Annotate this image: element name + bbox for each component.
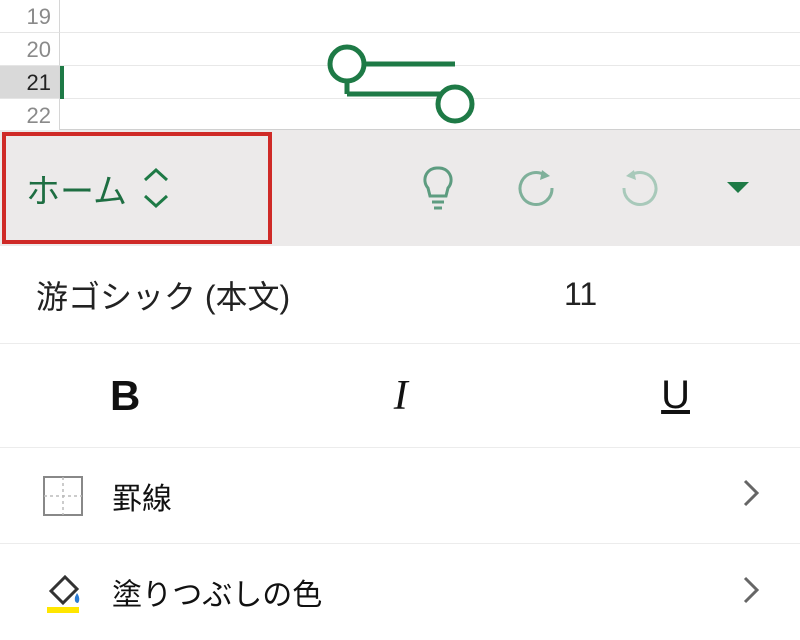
row-header[interactable]: 20 xyxy=(0,33,60,66)
drawing-shape-connectors[interactable] xyxy=(325,44,485,139)
ribbon-dropdown-button[interactable] xyxy=(710,160,766,216)
row-header-selected[interactable]: 21 xyxy=(0,66,60,99)
chevron-right-icon xyxy=(742,575,760,610)
tell-me-bulb-icon[interactable] xyxy=(410,160,466,216)
selection-marker xyxy=(60,66,90,99)
undo-button[interactable] xyxy=(510,160,566,216)
font-name-dropdown[interactable]: 游ゴシック (本文) xyxy=(36,272,564,318)
row-header[interactable]: 19 xyxy=(0,0,60,33)
text-style-row: B I U xyxy=(0,344,800,448)
bold-button[interactable]: B xyxy=(110,372,140,420)
ribbon-tab-selector[interactable]: ホーム xyxy=(2,132,272,244)
underline-button[interactable]: U xyxy=(661,373,690,418)
borders-menu-item[interactable]: 罫線 xyxy=(0,448,800,544)
up-down-chevron-icon xyxy=(141,164,171,212)
borders-icon xyxy=(40,473,86,519)
spreadsheet-area[interactable]: 19 20 21 22 xyxy=(0,0,800,130)
chevron-right-icon xyxy=(742,478,760,513)
fill-bucket-icon xyxy=(40,569,86,615)
borders-label: 罫線 xyxy=(112,474,716,518)
font-selector-row: 游ゴシック (本文) 11 xyxy=(0,246,800,344)
italic-button[interactable]: I xyxy=(394,372,408,420)
ribbon-bar: ホーム xyxy=(0,130,800,246)
ribbon-tab-label: ホーム xyxy=(26,164,127,213)
font-size-dropdown[interactable]: 11 xyxy=(564,276,764,313)
fill-color-menu-item[interactable]: 塗りつぶしの色 xyxy=(0,544,800,640)
redo-button[interactable] xyxy=(610,160,666,216)
row-header[interactable]: 22 xyxy=(0,99,60,132)
fill-color-label: 塗りつぶしの色 xyxy=(112,570,716,614)
